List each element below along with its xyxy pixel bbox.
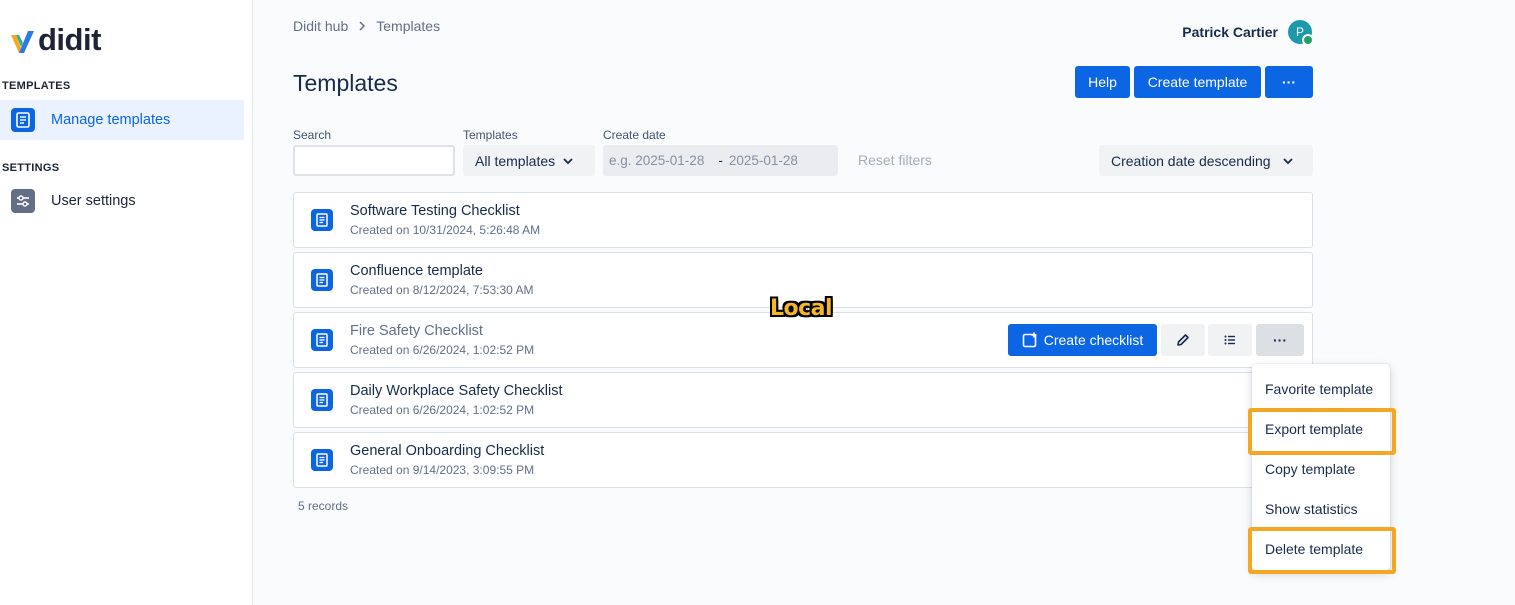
template-created: Created on 9/14/2023, 3:09:55 PM <box>350 463 535 477</box>
create-date-range[interactable]: e.g. 2025-01-28 - 2025-01-28 <box>603 145 838 176</box>
create-checklist-label: Create checklist <box>1043 332 1144 348</box>
document-icon <box>311 209 333 231</box>
user-menu[interactable]: Patrick Cartier P <box>1182 20 1314 46</box>
user-name: Patrick Cartier <box>1182 24 1278 40</box>
edit-template-button[interactable] <box>1161 324 1205 356</box>
breadcrumb-root-link[interactable]: Didit hub <box>293 18 348 34</box>
section-label-settings: SETTINGS <box>2 162 60 174</box>
menu-item-favorite-template[interactable]: Favorite template <box>1265 381 1373 397</box>
create-checklist-button[interactable]: Create checklist <box>1008 324 1157 356</box>
menu-item-export-template[interactable]: Export template <box>1265 421 1363 437</box>
sidebar-item-user-settings[interactable]: User settings <box>0 181 244 221</box>
sidebar-item-label: User settings <box>51 193 136 209</box>
page-title: Templates <box>293 70 398 96</box>
template-created: Created on 6/26/2024, 1:02:52 PM <box>350 403 535 417</box>
menu-item-delete-template[interactable]: Delete template <box>1265 541 1363 557</box>
breadcrumb-current: Templates <box>376 18 441 34</box>
template-title[interactable]: General Onboarding Checklist <box>350 443 544 459</box>
template-created: Created on 10/31/2024, 5:26:48 AM <box>350 223 541 237</box>
list-icon <box>1224 335 1235 345</box>
document-icon <box>311 269 333 291</box>
menu-item-copy-template[interactable]: Copy template <box>1265 461 1355 477</box>
chevron-down-icon <box>1282 157 1293 164</box>
search-input[interactable] <box>293 145 455 176</box>
date-from-field[interactable]: e.g. 2025-01-28 <box>609 153 704 168</box>
date-separator: - <box>718 153 723 168</box>
document-icon <box>311 329 333 351</box>
templates-filter-select[interactable]: All templates <box>463 145 595 176</box>
create-date-label: Create date <box>603 128 666 142</box>
templates-filter-value: All templates <box>475 152 556 169</box>
didit-logo-icon <box>11 31 34 53</box>
reset-filters-button[interactable]: Reset filters <box>858 152 932 168</box>
templates-filter-label: Templates <box>463 128 518 142</box>
help-button[interactable]: Help <box>1075 66 1130 98</box>
sort-select[interactable]: Creation date descending <box>1099 145 1313 176</box>
template-row[interactable]: Daily Workplace Safety Checklist Created… <box>293 372 1313 428</box>
chevron-right-icon <box>359 21 366 31</box>
sort-value: Creation date descending <box>1111 152 1271 169</box>
breadcrumb: Didit hub Templates <box>293 18 440 34</box>
template-title[interactable]: Software Testing Checklist <box>350 203 520 219</box>
menu-item-show-statistics[interactable]: Show statistics <box>1265 501 1358 517</box>
row-more-button[interactable]: ··· <box>1256 324 1304 356</box>
add-checklist-icon <box>1022 332 1037 348</box>
sidebar-item-label: Manage templates <box>51 112 171 128</box>
view-checklists-button[interactable] <box>1208 324 1252 356</box>
document-icon <box>311 389 333 411</box>
sliders-icon <box>11 189 35 213</box>
sidebar-item-manage-templates[interactable]: Manage templates <box>0 100 244 140</box>
search-label: Search <box>293 128 332 142</box>
chevron-down-icon <box>563 157 573 164</box>
sidebar: didit TEMPLATES Manage templates SETTING… <box>0 0 253 605</box>
create-template-button[interactable]: Create template <box>1134 66 1261 98</box>
template-row[interactable]: Software Testing Checklist Created on 10… <box>293 192 1313 248</box>
document-icon <box>11 108 35 132</box>
template-row[interactable]: General Onboarding Checklist Created on … <box>293 432 1313 488</box>
template-title[interactable]: Confluence template <box>350 263 483 279</box>
template-created: Created on 8/12/2024, 7:53:30 AM <box>350 283 534 297</box>
document-icon <box>311 449 333 471</box>
section-label-templates: TEMPLATES <box>2 80 71 92</box>
more-actions-button[interactable]: ··· <box>1265 66 1313 98</box>
brand-name: didit <box>38 22 101 57</box>
template-title[interactable]: Fire Safety Checklist <box>350 323 483 339</box>
template-actions-menu: Favorite template Export template Copy t… <box>1252 364 1390 570</box>
records-count: 5 records <box>298 499 349 513</box>
avatar[interactable]: P <box>1288 20 1314 46</box>
pencil-icon <box>1177 334 1189 346</box>
date-to-field[interactable]: 2025-01-28 <box>729 153 798 168</box>
local-overlay-label: Local <box>770 296 833 321</box>
template-title[interactable]: Daily Workplace Safety Checklist <box>350 383 562 399</box>
logo[interactable]: didit <box>10 22 101 58</box>
template-created: Created on 6/26/2024, 1:02:52 PM <box>350 343 535 357</box>
